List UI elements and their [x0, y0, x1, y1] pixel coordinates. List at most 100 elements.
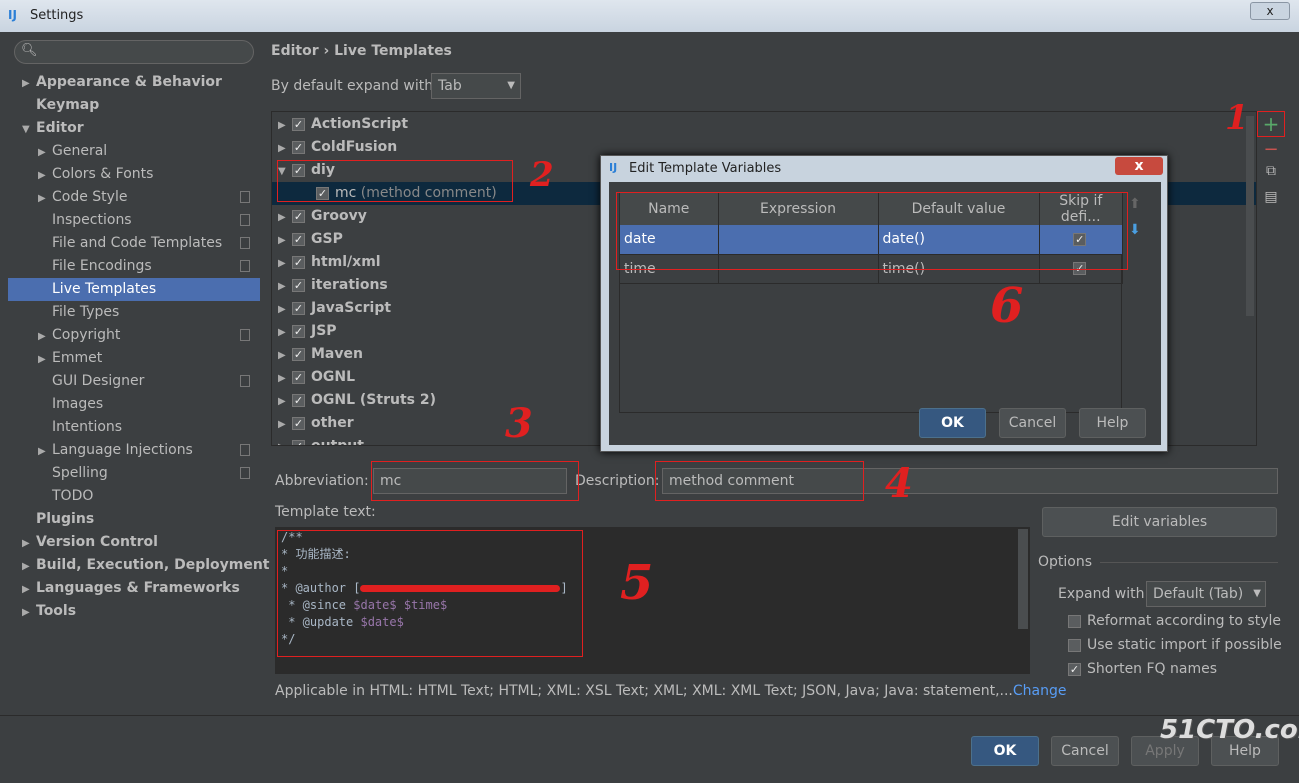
change-link[interactable]: Change [1013, 683, 1067, 699]
move-up-icon[interactable]: ⬆ [1129, 196, 1141, 212]
enabled-checkbox[interactable]: ✓ [292, 209, 305, 223]
search-icon: 🔍︎ [21, 43, 38, 58]
options-expand-select[interactable]: Default (Tab) ▼ [1146, 581, 1266, 607]
template-label: JSP [311, 323, 337, 339]
sidebar-item[interactable]: Spelling [8, 462, 260, 485]
dialog-cancel-button[interactable]: Cancel [999, 408, 1066, 438]
sidebar-item[interactable]: ▶ Colors & Fonts [8, 163, 260, 186]
expand-label: By default expand with [271, 78, 434, 94]
sidebar-item[interactable]: ▶ General [8, 140, 260, 163]
expand-arrow-icon: ▶ [278, 143, 286, 154]
sidebar-item[interactable]: ▶ Build, Execution, Deployment [8, 554, 270, 577]
dialog-ok-button[interactable]: OK [919, 408, 986, 438]
enabled-checkbox[interactable]: ✓ [292, 232, 305, 246]
cancel-button[interactable]: Cancel [1051, 736, 1119, 766]
footer-divider [0, 715, 1299, 716]
sidebar-item[interactable]: ▶ Appearance & Behavior [8, 71, 260, 94]
move-down-icon[interactable]: ⬇ [1129, 222, 1141, 238]
edit-variables-button[interactable]: Edit variables [1042, 507, 1277, 537]
ok-button[interactable]: OK [971, 736, 1039, 766]
sidebar-item-label: File Encodings [52, 258, 152, 274]
expand-arrow-icon: ▶ [278, 304, 286, 315]
template-tree-item[interactable]: ▶ ✓ ActionScript [272, 113, 1256, 136]
expand-arrow-icon: ▶ [38, 147, 46, 158]
template-label: other [311, 415, 354, 431]
expand-arrow-icon: ▶ [278, 373, 286, 384]
sidebar-item[interactable]: ▶ Languages & Frameworks [8, 577, 260, 600]
enabled-checkbox[interactable]: ✓ [292, 370, 305, 384]
enabled-checkbox[interactable]: ✓ [292, 140, 305, 154]
dialog-help-button[interactable]: Help [1079, 408, 1146, 438]
expand-arrow-icon: ▶ [22, 78, 30, 89]
sidebar-item[interactable]: Keymap [8, 94, 260, 117]
option-checkbox[interactable]: Use static import if possible [1068, 637, 1282, 653]
enabled-checkbox[interactable]: ✓ [292, 255, 305, 269]
sidebar-item[interactable]: ▶ Tools [8, 600, 260, 623]
sidebar-item-label: General [52, 143, 108, 159]
expand-select[interactable]: Tab ▼ [431, 73, 521, 99]
enabled-checkbox[interactable]: ✓ [292, 393, 305, 407]
sidebar-item[interactable]: ▼ Editor [8, 117, 260, 140]
enabled-checkbox[interactable]: ✓ [292, 278, 305, 292]
close-button[interactable]: x [1250, 2, 1290, 20]
expand-arrow-icon: ▶ [278, 327, 286, 338]
sidebar-item-label: File and Code Templates [52, 235, 223, 251]
expand-arrow-icon: ▶ [278, 419, 286, 430]
annotation-box [277, 530, 583, 657]
sidebar-item[interactable]: ▶ Emmet [8, 347, 260, 370]
sidebar-item[interactable]: Images [8, 393, 260, 416]
dialog-close-button[interactable]: x [1115, 157, 1163, 175]
enabled-checkbox[interactable]: ✓ [292, 416, 305, 430]
checkbox[interactable] [1068, 614, 1081, 628]
sidebar-item[interactable]: Intentions [8, 416, 260, 439]
options-divider [1100, 562, 1278, 563]
sidebar-item-label: Keymap [36, 97, 100, 113]
template-label: html/xml [311, 254, 381, 270]
sidebar-item[interactable]: Live Templates [8, 278, 260, 301]
option-checkbox[interactable]: ✓ Shorten FQ names [1068, 661, 1217, 677]
enabled-checkbox[interactable]: ✓ [292, 117, 305, 131]
sidebar-item[interactable]: Inspections [8, 209, 260, 232]
enabled-checkbox[interactable]: ✓ [292, 301, 305, 315]
sidebar-item-label: Spelling [52, 465, 108, 481]
edit-icon[interactable]: ▤ [1259, 189, 1283, 205]
enabled-checkbox[interactable]: ✓ [292, 347, 305, 361]
sidebar-item[interactable]: File Encodings [8, 255, 260, 278]
copy-icon[interactable]: ⧉ [1259, 163, 1283, 179]
checkbox[interactable] [1068, 638, 1081, 652]
dialog-title: Edit Template Variables [629, 161, 782, 176]
project-settings-icon [240, 375, 250, 387]
expand-arrow-icon: ▶ [278, 258, 286, 269]
sidebar-item-label: Intentions [52, 419, 123, 435]
editor-scrollbar[interactable] [1018, 529, 1028, 629]
enabled-checkbox[interactable]: ✓ [292, 439, 305, 445]
sidebar-item[interactable]: ▶ Language Injections [8, 439, 260, 462]
enabled-checkbox[interactable]: ✓ [292, 324, 305, 338]
sidebar-item[interactable]: TODO [8, 485, 260, 508]
expand-arrow-icon: ▶ [278, 281, 286, 292]
annotation-number: 5 [620, 555, 654, 611]
sidebar-item[interactable]: ▶ Code Style [8, 186, 260, 209]
sidebar-item-label: Languages & Frameworks [36, 580, 240, 596]
description-label: Description: [575, 473, 660, 489]
sidebar-item[interactable]: ▶ Version Control [8, 531, 260, 554]
sidebar-item-label: GUI Designer [52, 373, 145, 389]
expand-arrow-icon: ▶ [38, 170, 46, 181]
template-label: OGNL [311, 369, 356, 385]
sidebar-item[interactable]: File and Code Templates [8, 232, 260, 255]
annotation-number: 2 [530, 155, 554, 195]
remove-icon[interactable]: − [1259, 139, 1283, 160]
expand-arrow-icon: ▶ [22, 584, 30, 595]
sidebar-item[interactable]: Plugins [8, 508, 260, 531]
tree-scrollbar[interactable] [1246, 116, 1254, 316]
project-settings-icon [240, 329, 250, 341]
sidebar-item[interactable]: GUI Designer [8, 370, 260, 393]
checkbox[interactable]: ✓ [1068, 662, 1081, 676]
project-settings-icon [240, 444, 250, 456]
template-label: Groovy [311, 208, 367, 224]
sidebar-item[interactable]: ▶ Copyright [8, 324, 260, 347]
option-label: Shorten FQ names [1087, 661, 1218, 677]
sidebar-item[interactable]: File Types [8, 301, 260, 324]
settings-search-input[interactable]: 🔍︎ [14, 40, 254, 64]
option-checkbox[interactable]: Reformat according to style [1068, 613, 1281, 629]
